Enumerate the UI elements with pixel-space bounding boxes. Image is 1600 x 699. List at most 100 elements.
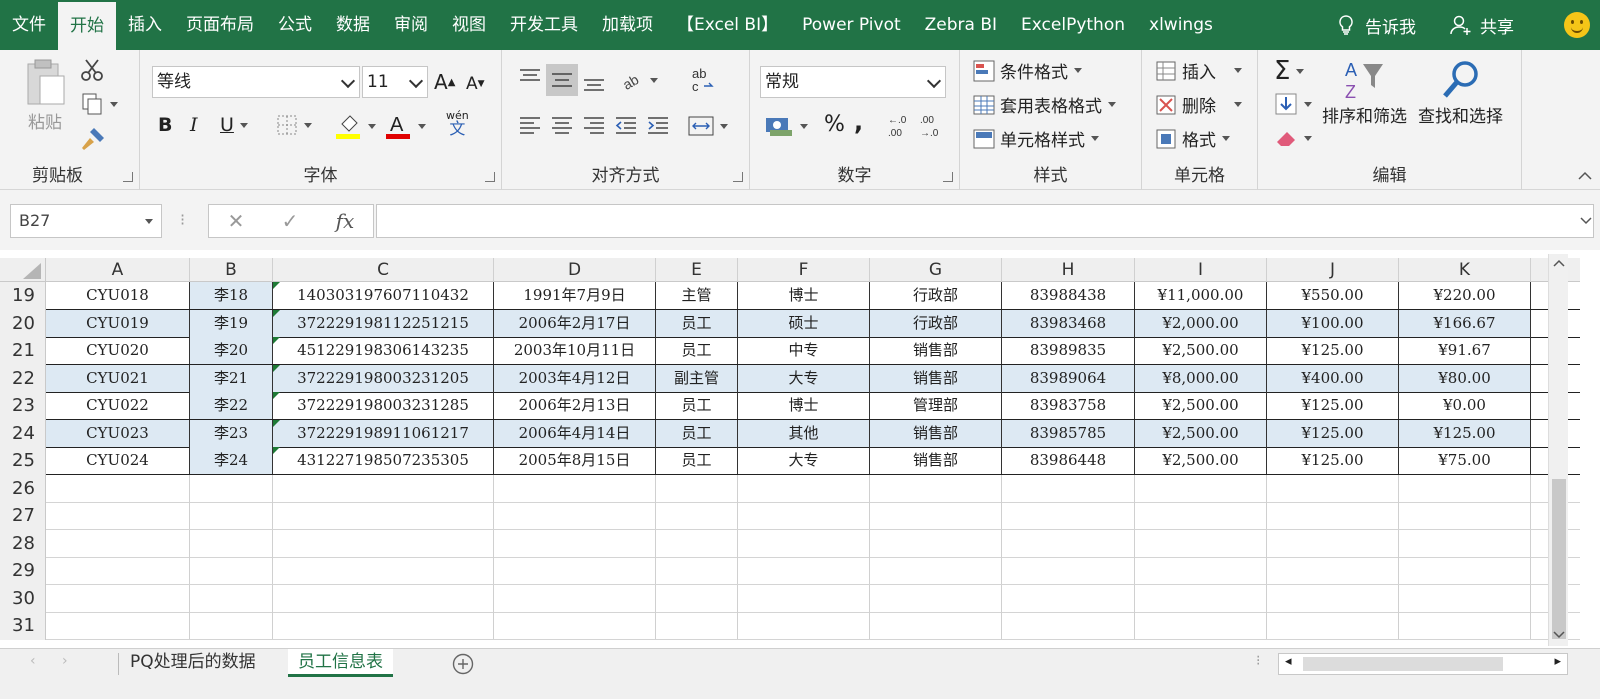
share-button[interactable]: 共享 [1440,0,1524,50]
sort-filter-button[interactable]: AZ 排序和筛选 [1322,58,1407,127]
cell-i23[interactable]: ¥2,500.00 [1135,392,1267,419]
cell-e19[interactable]: 主管 [656,282,738,309]
cell-c20[interactable]: 372229198112251215 [273,309,494,337]
cell-k27[interactable] [1399,502,1531,529]
cell-e24[interactable]: 员工 [656,419,738,447]
font-name-combo[interactable]: 等线 [152,66,360,98]
cell-a22[interactable]: CYU021 [46,364,190,392]
cell-c26[interactable] [273,474,494,502]
number-launcher-icon[interactable] [943,172,953,182]
name-box[interactable]: B27 [10,204,162,238]
cell-f26[interactable] [738,474,870,502]
row-header[interactable]: 27 [0,502,46,530]
font-color-button[interactable]: A [386,112,426,140]
borders-button[interactable] [276,114,312,136]
cell-j25[interactable]: ¥125.00 [1267,447,1399,474]
cell-j21[interactable]: ¥125.00 [1267,337,1399,364]
row-header[interactable]: 19 [0,282,46,310]
cell-d31[interactable] [494,612,656,639]
conditional-formatting-button[interactable]: 条件格式 [972,58,1082,83]
cell-j24[interactable]: ¥125.00 [1267,419,1399,447]
tab-file[interactable]: 文件 [0,0,58,50]
cell-a24[interactable]: CYU023 [46,419,190,447]
cell-f24[interactable]: 其他 [738,419,870,447]
prev-sheet-icon[interactable]: ‹ [30,653,36,669]
cell-d21[interactable]: 2003年10月11日 [494,337,656,364]
cell-a27[interactable] [46,502,190,529]
fill-button[interactable] [1274,92,1312,116]
vertical-scrollbar[interactable] [1548,254,1568,646]
cell-k19[interactable]: ¥220.00 [1399,282,1531,309]
sheet-tab-employee-info[interactable]: 员工信息表 [288,649,393,677]
insert-function-button[interactable]: fx [336,209,355,233]
tab-xlwings[interactable]: xlwings [1137,0,1225,50]
cell-b21[interactable]: 李20 [190,337,273,364]
cell-g31[interactable] [870,612,1002,639]
delete-cells-button[interactable]: 删除 [1154,92,1242,117]
add-sheet-icon[interactable] [452,653,474,675]
cell-e30[interactable] [656,584,738,612]
column-header-f[interactable]: F [738,258,870,282]
cell-i25[interactable]: ¥2,500.00 [1135,447,1267,474]
horizontal-scrollbar[interactable]: ◂ ▸ [1278,653,1568,675]
select-all-button[interactable] [0,258,46,282]
align-middle-icon[interactable] [546,64,578,96]
cell-k31[interactable] [1399,612,1531,639]
cell-g24[interactable]: 销售部 [870,419,1002,447]
cell-b22[interactable]: 李21 [190,364,273,392]
cell-d19[interactable]: 1991年7月9日 [494,282,656,309]
cell-b20[interactable]: 李19 [190,309,273,337]
cell-f27[interactable] [738,502,870,529]
cell-h31[interactable] [1002,612,1135,639]
cell-h22[interactable]: 83989064 [1002,364,1135,392]
cell-a26[interactable] [46,474,190,502]
cell-j31[interactable] [1267,612,1399,639]
cell-i21[interactable]: ¥2,500.00 [1135,337,1267,364]
row-header[interactable]: 25 [0,447,46,475]
cell-i22[interactable]: ¥8,000.00 [1135,364,1267,392]
cell-a19[interactable]: CYU018 [46,282,190,309]
cell-d28[interactable] [494,529,656,557]
cell-d22[interactable]: 2003年4月12日 [494,364,656,392]
tab-formulas[interactable]: 公式 [266,0,324,50]
cell-i24[interactable]: ¥2,500.00 [1135,419,1267,447]
tab-addins[interactable]: 加载项 [590,0,665,50]
cell-c21[interactable]: 451229198306143235 [273,337,494,364]
cell-k21[interactable]: ¥91.67 [1399,337,1531,364]
align-right-icon[interactable] [582,114,606,138]
tab-home[interactable]: 开始 [58,2,116,50]
cell-b24[interactable]: 李23 [190,419,273,447]
format-as-table-button[interactable]: 套用表格格式 [972,92,1116,117]
cell-i28[interactable] [1135,529,1267,557]
cell-a31[interactable] [46,612,190,639]
cell-g21[interactable]: 销售部 [870,337,1002,364]
cell-g20[interactable]: 行政部 [870,309,1002,337]
row-header[interactable]: 23 [0,392,46,420]
tab-data[interactable]: 数据 [324,0,382,50]
increase-indent-icon[interactable] [646,114,670,138]
cell-j27[interactable] [1267,502,1399,529]
paste-button[interactable]: 粘贴 [22,58,68,133]
cancel-icon[interactable]: ✕ [228,209,245,233]
cell-h25[interactable]: 83986448 [1002,447,1135,474]
increase-decimal-icon[interactable]: ←.0.00 [884,112,912,140]
cell-e27[interactable] [656,502,738,529]
decrease-decimal-icon[interactable]: .00→.0 [916,112,944,140]
cell-j28[interactable] [1267,529,1399,557]
cell-h24[interactable]: 83985785 [1002,419,1135,447]
tab-excelpython[interactable]: ExcelPython [1009,0,1137,50]
comma-button[interactable]: , [854,108,863,136]
cell-j22[interactable]: ¥400.00 [1267,364,1399,392]
cell-b25[interactable]: 李24 [190,447,273,474]
tab-view[interactable]: 视图 [440,0,498,50]
next-sheet-icon[interactable]: › [62,653,68,669]
bold-button[interactable]: B [158,114,172,136]
align-bottom-icon[interactable] [582,70,606,94]
cell-g25[interactable]: 销售部 [870,447,1002,474]
cell-c28[interactable] [273,529,494,557]
cell-c27[interactable] [273,502,494,529]
row-header[interactable]: 28 [0,529,46,558]
cell-k23[interactable]: ¥0.00 [1399,392,1531,419]
cell-h26[interactable] [1002,474,1135,502]
cell-f22[interactable]: 大专 [738,364,870,392]
